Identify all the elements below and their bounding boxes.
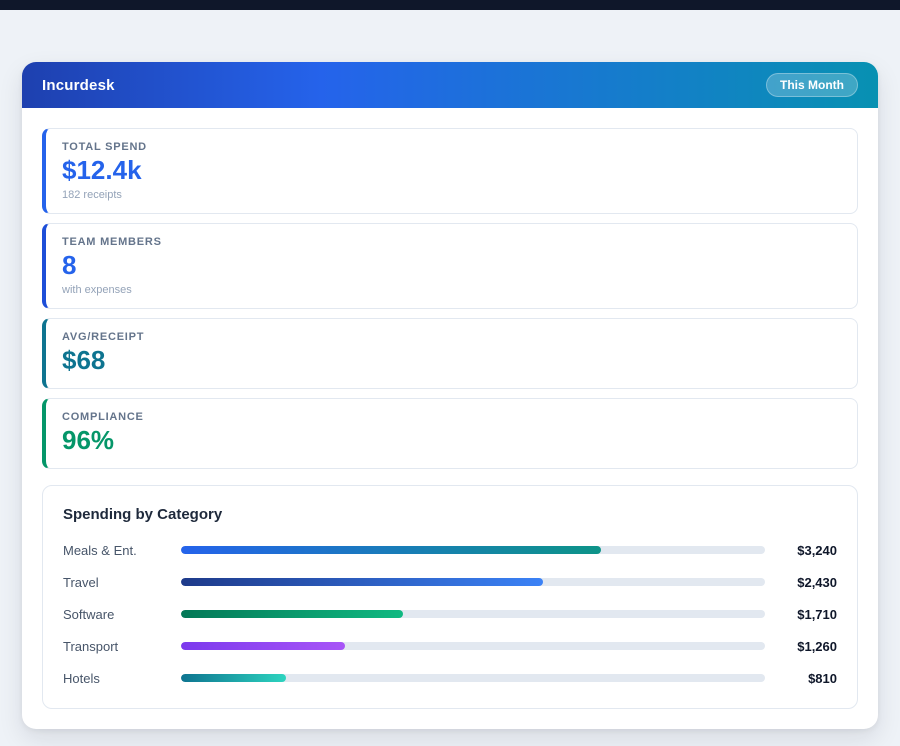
- stat-label: AVG/RECEIPT: [62, 331, 841, 343]
- top-strip: [0, 0, 900, 10]
- category-bar-track: [181, 610, 765, 618]
- category-bar-track: [181, 578, 765, 586]
- stat-label: TOTAL SPEND: [62, 141, 841, 153]
- category-value: $810: [777, 671, 837, 686]
- stat-value: $12.4k: [62, 156, 841, 186]
- dashboard-card: Incurdesk This Month TOTAL SPEND $12.4k …: [22, 62, 878, 729]
- stat-card: TEAM MEMBERS 8 with expenses: [42, 223, 858, 309]
- category-label: Transport: [63, 639, 181, 654]
- category-bar-fill: [181, 610, 403, 618]
- category-bar-track: [181, 546, 765, 554]
- category-label: Travel: [63, 575, 181, 590]
- category-label: Meals & Ent.: [63, 543, 181, 558]
- category-label: Software: [63, 607, 181, 622]
- category-value: $3,240: [777, 543, 837, 558]
- category-row: Hotels $810: [63, 671, 837, 686]
- stat-label: TEAM MEMBERS: [62, 236, 841, 248]
- category-row: Software $1,710: [63, 607, 837, 622]
- category-row: Transport $1,260: [63, 639, 837, 654]
- category-bar-fill: [181, 642, 345, 650]
- stat-label: COMPLIANCE: [62, 411, 841, 423]
- stat-subtitle: with expenses: [62, 284, 841, 296]
- category-row: Travel $2,430: [63, 575, 837, 590]
- category-bar-fill: [181, 546, 601, 554]
- category-bar-track: [181, 642, 765, 650]
- category-value: $1,260: [777, 639, 837, 654]
- category-card-title: Spending by Category: [63, 506, 837, 523]
- app-header: Incurdesk This Month: [22, 62, 878, 108]
- category-row: Meals & Ent. $3,240: [63, 543, 837, 558]
- period-badge[interactable]: This Month: [766, 73, 858, 97]
- stat-card: AVG/RECEIPT $68: [42, 318, 858, 389]
- stat-card: COMPLIANCE 96%: [42, 398, 858, 469]
- category-value: $1,710: [777, 607, 837, 622]
- stat-value: 96%: [62, 426, 841, 456]
- category-label: Hotels: [63, 671, 181, 686]
- category-bar-fill: [181, 674, 286, 682]
- category-bar-track: [181, 674, 765, 682]
- app-body: TOTAL SPEND $12.4k 182 receipts TEAM MEM…: [22, 108, 878, 729]
- stat-value: $68: [62, 346, 841, 376]
- stat-card: TOTAL SPEND $12.4k 182 receipts: [42, 128, 858, 214]
- stat-subtitle: 182 receipts: [62, 189, 841, 201]
- category-value: $2,430: [777, 575, 837, 590]
- stat-value: 8: [62, 251, 841, 281]
- category-bar-fill: [181, 578, 543, 586]
- app-title: Incurdesk: [42, 77, 115, 94]
- spending-by-category-card: Spending by Category Meals & Ent. $3,240…: [42, 485, 858, 709]
